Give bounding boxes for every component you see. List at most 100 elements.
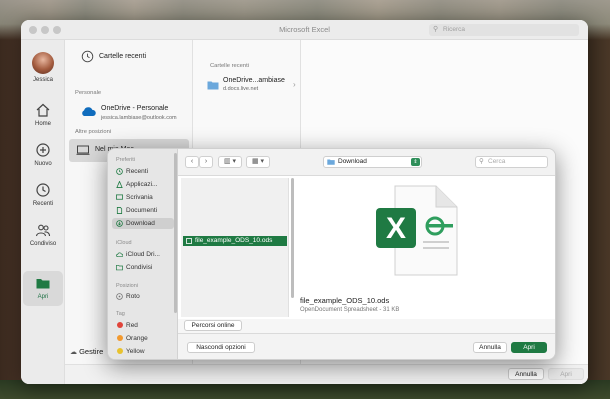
chevron-right-icon: › [293,80,296,89]
sidebar-item-desktop[interactable]: Scrivania [112,192,174,203]
title-bar: Microsoft Excel ⚲ Ricerca [21,20,588,40]
sidebar-item-roto[interactable]: Roto [112,291,174,302]
folder-icon [36,279,50,289]
sidebar-scrollbar[interactable] [174,153,177,313]
sidebar-item-label: Condivisi [126,264,153,271]
rail-item-label: Nuovo [34,161,52,167]
rail-item-recent[interactable]: Recenti [23,178,63,212]
sidebar-item-label: Recenti [126,168,149,175]
sidebar-item-icloud-drive[interactable]: iCloud Dri... [112,249,174,260]
shared-folder-icon [116,264,123,271]
dialog-sidebar: Preferiti Recenti Applicazi... Scrivania… [108,149,178,359]
sidebar-item-recenti[interactable]: Recenti [112,166,174,177]
bottom-cancel-button[interactable]: Annulla [508,368,544,380]
sidebar-item-label: iCloud Dri... [126,251,160,258]
recent-folders-header: Cartelle recenti [210,63,249,69]
sidebar-item-tag-yellow[interactable]: Yellow [112,346,174,357]
rail-item-new[interactable]: Nuovo [23,138,63,172]
search-input[interactable]: ⚲ Ricerca [429,24,579,36]
icloud-header: iCloud [116,240,132,246]
dialog-cancel-button[interactable]: Annulla [473,342,507,353]
sidebar-item-downloads[interactable]: Download [112,218,174,229]
sidebar-item-documents[interactable]: Documenti [112,205,174,216]
bottom-open-button[interactable]: Apri [548,368,584,380]
search-icon: ⚲ [479,158,484,165]
file-column-scrollbar[interactable] [290,178,295,298]
folder-icon [207,81,219,90]
dialog-open-button[interactable]: Apri [511,342,547,353]
recent-folder-name: OneDrive...ambiase [223,77,285,84]
file-browser: file_example_ODS_10.ods X file_example_O… [178,176,555,319]
recent-folder-item[interactable]: OneDrive...ambiase d.docs.live.net › [203,77,299,97]
recent-folders-label: Cartelle recenti [99,53,147,60]
spreadsheet-file-icon [186,238,192,244]
rail-item-label: Apri [37,294,49,300]
file-name: file_example_ODS_10.ods [195,237,273,244]
home-icon [36,103,50,117]
sidebar-item-label: Roto [126,293,140,300]
sidebar-item-label: Applicazi... [126,181,158,188]
cloud-icon [82,107,96,116]
forward-button[interactable]: › [199,156,213,168]
search-placeholder: Ricerca [443,26,466,33]
rail-item-open[interactable]: Apri [23,271,63,306]
plus-circle-icon [36,143,50,157]
cloud-gear-icon: ☁︎ [70,349,77,356]
column-view-button[interactable]: ▥ ▾ [218,156,242,168]
personal-header: Personale [75,90,102,96]
recent-folder-sub: d.docs.live.net [223,86,259,92]
preview-file-name: file_example_ODS_10.ods [300,296,390,305]
excel-file-icon: X [376,185,458,276]
yellow-tag-icon [117,348,123,354]
sidebar-item-shared[interactable]: Condivisi [112,262,174,273]
preview-file-info: OpenDocument Spreadsheet - 31 KB [300,307,400,313]
rail-item-label: Recenti [32,201,54,207]
rail-item-shared[interactable]: Condiviso [23,218,63,252]
search-icon: ⚲ [433,26,439,33]
open-file-dialog: Preferiti Recenti Applicazi... Scrivania… [107,148,556,360]
avatar[interactable] [32,52,54,74]
user-name: Jessica [32,77,53,83]
navigation-rail: Jessica Home Nuovo Recenti Condiviso Apr… [21,40,65,384]
computer-icon [76,145,90,155]
orange-tag-icon [117,335,123,341]
onedrive-email: jessica.lambiase@outlook.com [101,115,177,121]
dialog-search-input[interactable]: ⚲ Cerca [475,156,548,168]
document-icon [116,207,123,214]
back-button[interactable]: ‹ [185,156,199,168]
other-locations-header: Altre posizioni [75,129,112,135]
red-tag-icon [117,322,123,328]
file-preview: X file_example_ODS_10.ods OpenDocument S… [296,178,551,317]
svg-text:X: X [386,212,406,245]
applications-icon [116,181,123,188]
folder-icon [327,159,335,165]
scrollbar-thumb[interactable] [291,178,294,298]
sidebar-item-label: Download [126,220,155,227]
online-locations-button[interactable]: Percorsi online [184,320,242,331]
file-column: file_example_ODS_10.ods [181,178,289,317]
sidebar-item-applications[interactable]: Applicazi... [112,179,174,190]
clock-icon [116,168,123,175]
sidebar-item-label: Yellow [126,348,145,355]
sidebar-item-tag-red[interactable]: Red [112,320,174,331]
cloud-icon [116,252,123,258]
location-popup[interactable]: Download ⇕ [323,156,422,168]
sidebar-item-tag-orange[interactable]: Orange [112,333,174,344]
onedrive-title: OneDrive - Personale [101,105,169,112]
locations-header: Posizioni [116,283,139,289]
clock-icon [36,183,50,197]
desktop-icon [116,194,123,200]
hide-options-button[interactable]: Nascondi opzioni [187,342,255,353]
favorites-header: Preferiti [116,157,135,163]
sidebar-item-label: Orange [126,335,148,342]
rail-item-home[interactable]: Home [23,98,63,132]
sidebar-item-label: Scrivania [126,194,153,201]
dialog-options-area: Percorsi online [178,319,555,333]
people-icon [35,224,51,237]
manage-storage-link[interactable]: ☁︎ Gestire [70,347,103,356]
bottom-bar: Annulla Apri [65,364,588,384]
manage-label: Gestire [79,347,104,356]
grid-view-button[interactable]: ▦ ▾ [246,156,270,168]
clock-icon [81,50,94,63]
file-row-selected[interactable]: file_example_ODS_10.ods [183,236,287,246]
